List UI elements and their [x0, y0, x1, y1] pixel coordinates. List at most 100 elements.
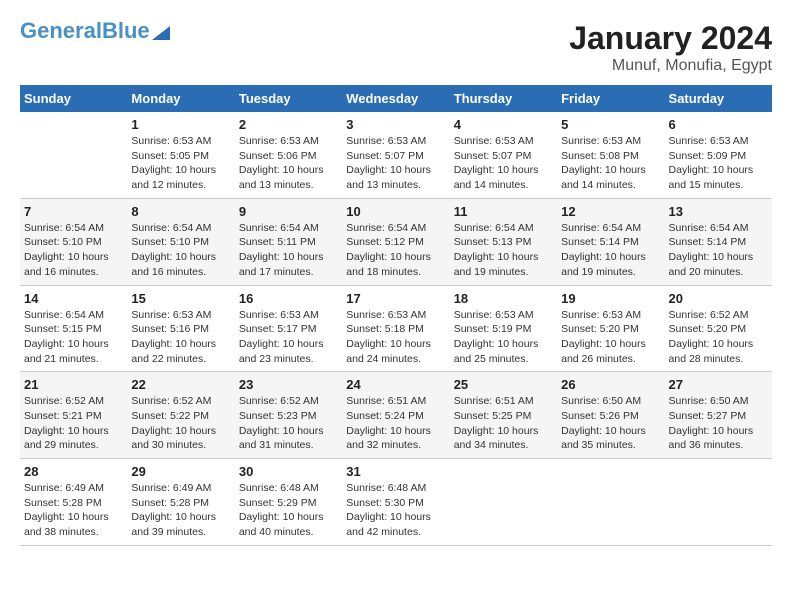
day-info: Sunrise: 6:53 AMSunset: 5:06 PMDaylight:… — [239, 134, 338, 193]
week-row-5: 28 Sunrise: 6:49 AMSunset: 5:28 PMDaylig… — [20, 459, 772, 546]
day-info: Sunrise: 6:53 AMSunset: 5:09 PMDaylight:… — [669, 134, 768, 193]
day-cell: 24 Sunrise: 6:51 AMSunset: 5:24 PMDaylig… — [342, 372, 449, 459]
day-info: Sunrise: 6:54 AMSunset: 5:11 PMDaylight:… — [239, 221, 338, 280]
day-number: 21 — [24, 377, 123, 392]
day-info: Sunrise: 6:53 AMSunset: 5:18 PMDaylight:… — [346, 308, 445, 367]
day-cell — [20, 112, 127, 198]
day-number: 23 — [239, 377, 338, 392]
day-info: Sunrise: 6:53 AMSunset: 5:07 PMDaylight:… — [346, 134, 445, 193]
day-cell: 11 Sunrise: 6:54 AMSunset: 5:13 PMDaylig… — [450, 198, 557, 285]
day-info: Sunrise: 6:54 AMSunset: 5:14 PMDaylight:… — [669, 221, 768, 280]
day-number: 13 — [669, 204, 768, 219]
day-number: 20 — [669, 291, 768, 306]
day-cell: 25 Sunrise: 6:51 AMSunset: 5:25 PMDaylig… — [450, 372, 557, 459]
day-info: Sunrise: 6:54 AMSunset: 5:10 PMDaylight:… — [24, 221, 123, 280]
day-cell: 21 Sunrise: 6:52 AMSunset: 5:21 PMDaylig… — [20, 372, 127, 459]
day-cell: 3 Sunrise: 6:53 AMSunset: 5:07 PMDayligh… — [342, 112, 449, 198]
day-number: 27 — [669, 377, 768, 392]
day-cell: 23 Sunrise: 6:52 AMSunset: 5:23 PMDaylig… — [235, 372, 342, 459]
day-number: 8 — [131, 204, 230, 219]
day-cell: 31 Sunrise: 6:48 AMSunset: 5:30 PMDaylig… — [342, 459, 449, 546]
day-info: Sunrise: 6:53 AMSunset: 5:20 PMDaylight:… — [561, 308, 660, 367]
day-cell: 4 Sunrise: 6:53 AMSunset: 5:07 PMDayligh… — [450, 112, 557, 198]
day-info: Sunrise: 6:53 AMSunset: 5:05 PMDaylight:… — [131, 134, 230, 193]
day-cell: 9 Sunrise: 6:54 AMSunset: 5:11 PMDayligh… — [235, 198, 342, 285]
header-wednesday: Wednesday — [342, 85, 449, 112]
day-cell: 14 Sunrise: 6:54 AMSunset: 5:15 PMDaylig… — [20, 285, 127, 372]
day-number: 2 — [239, 117, 338, 132]
week-row-2: 7 Sunrise: 6:54 AMSunset: 5:10 PMDayligh… — [20, 198, 772, 285]
day-cell: 7 Sunrise: 6:54 AMSunset: 5:10 PMDayligh… — [20, 198, 127, 285]
day-cell: 16 Sunrise: 6:53 AMSunset: 5:17 PMDaylig… — [235, 285, 342, 372]
header-saturday: Saturday — [665, 85, 772, 112]
day-number: 18 — [454, 291, 553, 306]
week-row-3: 14 Sunrise: 6:54 AMSunset: 5:15 PMDaylig… — [20, 285, 772, 372]
day-info: Sunrise: 6:54 AMSunset: 5:13 PMDaylight:… — [454, 221, 553, 280]
day-number: 10 — [346, 204, 445, 219]
header-sunday: Sunday — [20, 85, 127, 112]
day-cell: 5 Sunrise: 6:53 AMSunset: 5:08 PMDayligh… — [557, 112, 664, 198]
day-cell: 8 Sunrise: 6:54 AMSunset: 5:10 PMDayligh… — [127, 198, 234, 285]
day-number: 3 — [346, 117, 445, 132]
day-number: 5 — [561, 117, 660, 132]
day-number: 9 — [239, 204, 338, 219]
page-header: GeneralBlue January 2024 Munuf, Monufia,… — [20, 20, 772, 75]
day-cell: 26 Sunrise: 6:50 AMSunset: 5:26 PMDaylig… — [557, 372, 664, 459]
day-info: Sunrise: 6:49 AMSunset: 5:28 PMDaylight:… — [131, 481, 230, 540]
day-number: 17 — [346, 291, 445, 306]
day-info: Sunrise: 6:53 AMSunset: 5:19 PMDaylight:… — [454, 308, 553, 367]
day-info: Sunrise: 6:48 AMSunset: 5:30 PMDaylight:… — [346, 481, 445, 540]
day-number: 7 — [24, 204, 123, 219]
day-info: Sunrise: 6:52 AMSunset: 5:21 PMDaylight:… — [24, 394, 123, 453]
calendar-table: SundayMondayTuesdayWednesdayThursdayFrid… — [20, 85, 772, 546]
day-cell: 22 Sunrise: 6:52 AMSunset: 5:22 PMDaylig… — [127, 372, 234, 459]
header-thursday: Thursday — [450, 85, 557, 112]
logo-icon — [152, 22, 170, 40]
week-row-1: 1 Sunrise: 6:53 AMSunset: 5:05 PMDayligh… — [20, 112, 772, 198]
day-info: Sunrise: 6:49 AMSunset: 5:28 PMDaylight:… — [24, 481, 123, 540]
day-info: Sunrise: 6:53 AMSunset: 5:07 PMDaylight:… — [454, 134, 553, 193]
day-number: 6 — [669, 117, 768, 132]
day-cell: 15 Sunrise: 6:53 AMSunset: 5:16 PMDaylig… — [127, 285, 234, 372]
week-row-4: 21 Sunrise: 6:52 AMSunset: 5:21 PMDaylig… — [20, 372, 772, 459]
day-info: Sunrise: 6:52 AMSunset: 5:23 PMDaylight:… — [239, 394, 338, 453]
day-cell: 30 Sunrise: 6:48 AMSunset: 5:29 PMDaylig… — [235, 459, 342, 546]
day-cell: 28 Sunrise: 6:49 AMSunset: 5:28 PMDaylig… — [20, 459, 127, 546]
day-cell: 19 Sunrise: 6:53 AMSunset: 5:20 PMDaylig… — [557, 285, 664, 372]
calendar-title: January 2024 — [569, 20, 772, 57]
day-cell: 27 Sunrise: 6:50 AMSunset: 5:27 PMDaylig… — [665, 372, 772, 459]
day-cell: 20 Sunrise: 6:52 AMSunset: 5:20 PMDaylig… — [665, 285, 772, 372]
day-cell — [557, 459, 664, 546]
day-number: 28 — [24, 464, 123, 479]
title-block: January 2024 Munuf, Monufia, Egypt — [569, 20, 772, 75]
day-number: 15 — [131, 291, 230, 306]
day-cell: 12 Sunrise: 6:54 AMSunset: 5:14 PMDaylig… — [557, 198, 664, 285]
day-info: Sunrise: 6:51 AMSunset: 5:24 PMDaylight:… — [346, 394, 445, 453]
day-number: 29 — [131, 464, 230, 479]
day-cell: 29 Sunrise: 6:49 AMSunset: 5:28 PMDaylig… — [127, 459, 234, 546]
day-cell: 17 Sunrise: 6:53 AMSunset: 5:18 PMDaylig… — [342, 285, 449, 372]
day-number: 14 — [24, 291, 123, 306]
day-number: 1 — [131, 117, 230, 132]
header-friday: Friday — [557, 85, 664, 112]
day-number: 4 — [454, 117, 553, 132]
day-info: Sunrise: 6:53 AMSunset: 5:17 PMDaylight:… — [239, 308, 338, 367]
day-number: 16 — [239, 291, 338, 306]
day-info: Sunrise: 6:53 AMSunset: 5:08 PMDaylight:… — [561, 134, 660, 193]
day-number: 22 — [131, 377, 230, 392]
day-cell — [665, 459, 772, 546]
day-number: 24 — [346, 377, 445, 392]
day-info: Sunrise: 6:48 AMSunset: 5:29 PMDaylight:… — [239, 481, 338, 540]
logo: GeneralBlue — [20, 20, 170, 42]
day-info: Sunrise: 6:54 AMSunset: 5:15 PMDaylight:… — [24, 308, 123, 367]
day-cell: 1 Sunrise: 6:53 AMSunset: 5:05 PMDayligh… — [127, 112, 234, 198]
day-number: 31 — [346, 464, 445, 479]
day-number: 26 — [561, 377, 660, 392]
calendar-header-row: SundayMondayTuesdayWednesdayThursdayFrid… — [20, 85, 772, 112]
day-cell — [450, 459, 557, 546]
day-number: 25 — [454, 377, 553, 392]
day-cell: 2 Sunrise: 6:53 AMSunset: 5:06 PMDayligh… — [235, 112, 342, 198]
day-cell: 13 Sunrise: 6:54 AMSunset: 5:14 PMDaylig… — [665, 198, 772, 285]
day-info: Sunrise: 6:54 AMSunset: 5:10 PMDaylight:… — [131, 221, 230, 280]
day-info: Sunrise: 6:50 AMSunset: 5:27 PMDaylight:… — [669, 394, 768, 453]
